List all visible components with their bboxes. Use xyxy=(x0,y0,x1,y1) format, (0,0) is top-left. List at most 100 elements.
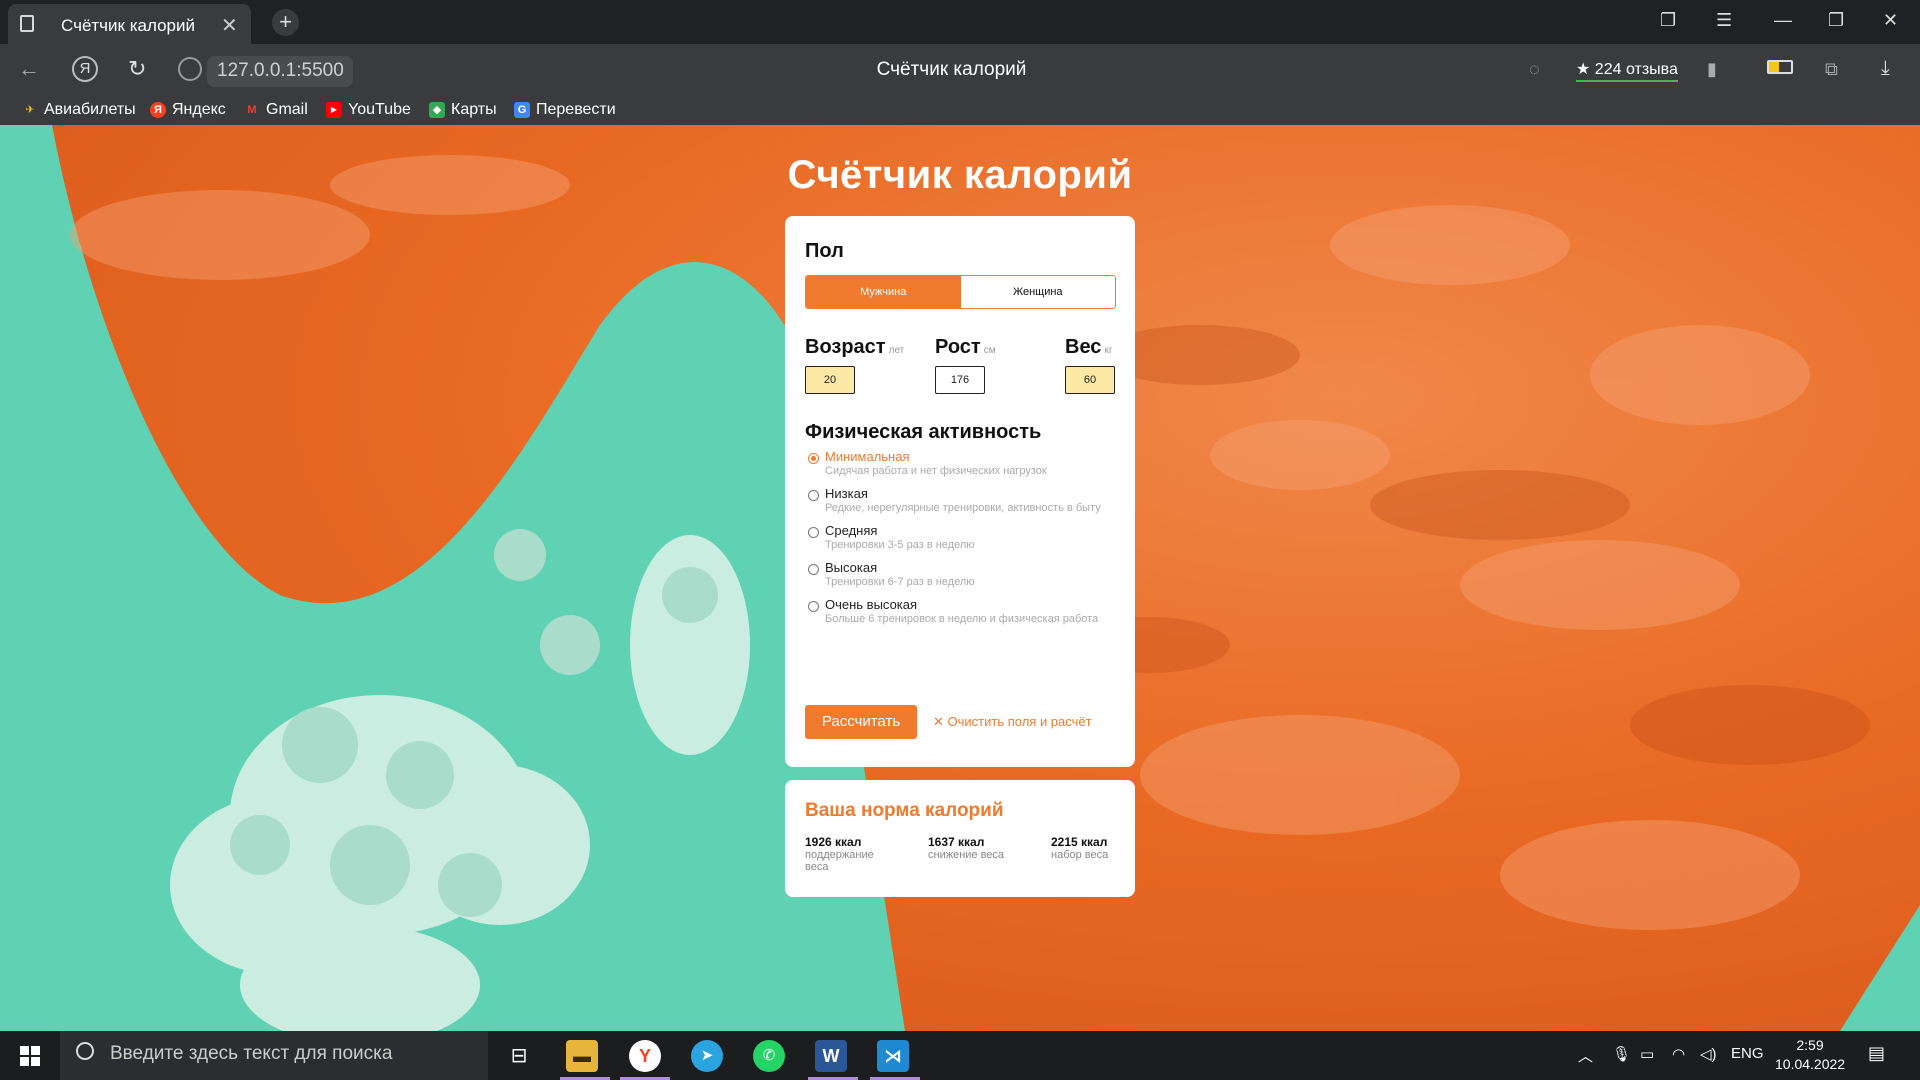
taskbar: Введите здесь текст для поиска ⊟ ▬ Y ➤ ✆… xyxy=(0,1031,1920,1080)
menu-icon[interactable]: ☰ xyxy=(1716,10,1732,31)
bookmark-gmail[interactable]: M Gmail xyxy=(244,101,308,119)
activity-name: Высокая xyxy=(825,560,878,575)
calculator-form: Пол Мужчина Женщина Возраст лет 20 Рост см… xyxy=(785,216,1135,767)
result-lose: 1637 ккал снижение веса xyxy=(928,835,1018,861)
language-indicator[interactable]: ENG xyxy=(1731,1045,1764,1062)
reviews-count: 224 отзыва xyxy=(1594,61,1678,78)
activity-heading: Физическая активность xyxy=(805,421,1042,443)
tray-expand-icon[interactable]: ︿ xyxy=(1578,1045,1593,1066)
battery-icon[interactable] xyxy=(1767,60,1793,74)
activity-options: Минимальная Сидячая работа и нет физичес… xyxy=(805,448,1115,626)
new-tab-button[interactable]: + xyxy=(272,9,299,36)
activity-desc: Тренировки 3-5 раз в неделю xyxy=(825,539,975,551)
file-explorer-icon[interactable]: ▬ xyxy=(566,1040,598,1072)
close-window-icon[interactable]: ✕ xyxy=(1883,10,1898,31)
activity-desc: Сидячая работа и нет физических нагрузок xyxy=(825,465,1047,477)
yandex-icon: Я xyxy=(150,102,166,118)
tab-active[interactable]: Счётчик калорий ✕ xyxy=(8,4,251,44)
weight-input[interactable]: 60 xyxy=(1065,366,1115,394)
age-unit: лет xyxy=(888,345,905,356)
collections-icon[interactable]: ❐ xyxy=(1660,10,1676,31)
bookmark-translate[interactable]: G Перевести xyxy=(514,101,616,119)
microphone-icon[interactable]: 🎙 xyxy=(1612,1045,1631,1063)
height-unit: см xyxy=(983,345,996,356)
age-input[interactable]: 20 xyxy=(805,366,855,394)
clock-date: 10.04.2022 xyxy=(1775,1056,1846,1072)
height-param: Рост см 176 xyxy=(935,336,996,394)
activity-name: Минимальная xyxy=(825,449,910,464)
bookmark-yandex[interactable]: Я Яндекс xyxy=(150,101,226,119)
chat-icon[interactable]: ◌ xyxy=(1529,59,1540,80)
notifications-icon[interactable]: ▤ xyxy=(1868,1043,1885,1064)
result-desc: набор веса xyxy=(1051,849,1109,861)
bookmark-label: Перевести xyxy=(536,101,616,118)
battery-icon[interactable]: ▭ xyxy=(1640,1045,1654,1063)
activity-option-medium[interactable]: Средняя Тренировки 3-5 раз в неделю xyxy=(805,522,1115,552)
result-value: 2215 ккал xyxy=(1051,835,1108,849)
taskbar-search[interactable]: Введите здесь текст для поиска xyxy=(60,1031,488,1080)
radio-button[interactable] xyxy=(808,490,819,501)
radio-button[interactable] xyxy=(808,601,819,612)
activity-option-minimal[interactable]: Минимальная Сидячая работа и нет физичес… xyxy=(805,448,1115,478)
task-view-icon[interactable]: ⊟ xyxy=(503,1040,535,1072)
result-desc: снижение веса xyxy=(928,849,1005,861)
clock-time: 2:59 xyxy=(1796,1037,1824,1053)
bookmark-label: YouTube xyxy=(348,101,411,118)
weight-unit: кг xyxy=(1104,345,1113,356)
gmail-icon: M xyxy=(247,104,257,116)
radio-selected[interactable] xyxy=(808,453,819,464)
vscode-icon[interactable]: ⋊ xyxy=(877,1040,909,1072)
clear-button[interactable]: ✕ Очистить поля и расчёт xyxy=(933,714,1092,730)
windows-start-icon[interactable] xyxy=(20,1046,40,1066)
bookmark-maps[interactable]: ◆ Карты xyxy=(429,101,497,119)
activity-desc: Тренировки 6-7 раз в неделю xyxy=(825,576,975,588)
bookmark-label: Яндекс xyxy=(172,101,226,118)
height-input[interactable]: 176 xyxy=(935,366,985,394)
tab-bar: Счётчик калорий ✕ + ❐ ☰ — ❐ ✕ xyxy=(0,0,1920,44)
gender-female-button[interactable]: Женщина xyxy=(960,276,1115,308)
activity-desc: Больше 6 тренировок в неделю и физическа… xyxy=(825,613,1099,625)
extensions-icon[interactable]: ⧉ xyxy=(1825,59,1838,80)
page-viewport: Счётчик калорий Пол Мужчина Женщина Возр… xyxy=(0,125,1920,1031)
youtube-icon: ▶ xyxy=(326,102,342,118)
activity-desc: Редкие, нерегулярные тренировки, активно… xyxy=(825,502,1101,514)
bookmark-youtube[interactable]: ▶ YouTube xyxy=(326,101,411,119)
activity-option-very-high[interactable]: Очень высокая Больше 6 тренировок в неде… xyxy=(805,596,1115,626)
whatsapp-icon[interactable]: ✆ xyxy=(753,1040,785,1072)
activity-name: Очень высокая xyxy=(825,597,918,612)
activity-option-high[interactable]: Высокая Тренировки 6-7 раз в неделю xyxy=(805,559,1115,589)
maps-icon: ◆ xyxy=(429,102,445,118)
calculate-button[interactable]: Рассчитать xyxy=(805,705,917,739)
bookmark-label: Авиабилеты xyxy=(44,101,136,118)
age-label: Возраст xyxy=(805,336,886,358)
word-icon[interactable]: W xyxy=(815,1040,847,1072)
gender-male-button[interactable]: Мужчина xyxy=(806,276,961,308)
age-param: Возраст лет 20 xyxy=(805,336,905,394)
restore-icon[interactable]: ❐ xyxy=(1828,10,1844,31)
minimize-icon[interactable]: — xyxy=(1774,10,1792,31)
gender-heading: Пол xyxy=(805,240,844,262)
weight-label: Вес xyxy=(1065,336,1102,358)
bookmark-aviabilety[interactable]: ✈ Авиабилеты xyxy=(22,101,136,119)
search-icon xyxy=(76,1042,94,1060)
result-gain: 2215 ккал набор веса xyxy=(1051,835,1141,861)
radio-button[interactable] xyxy=(808,564,819,575)
activity-option-low[interactable]: Низкая Редкие, нерегулярные тренировки, … xyxy=(805,485,1115,515)
telegram-icon[interactable]: ➤ xyxy=(691,1040,723,1072)
result-value: 1637 ккал xyxy=(928,835,985,849)
wifi-icon[interactable]: ◠ xyxy=(1672,1045,1685,1063)
result-card: Ваша норма калорий 1926 ккал поддержание… xyxy=(785,780,1135,897)
result-value: 1926 ккал xyxy=(805,835,862,849)
bookmark-icon[interactable]: ▮ xyxy=(1707,59,1717,80)
activity-name: Средняя xyxy=(825,523,878,538)
reviews-badge[interactable]: ★ 224 отзыва xyxy=(1576,59,1678,82)
download-icon[interactable]: ⤓ xyxy=(1881,57,1890,80)
volume-icon[interactable]: ◁) xyxy=(1700,1045,1717,1063)
close-tab-icon[interactable]: ✕ xyxy=(221,13,238,38)
clock[interactable]: 2:59 10.04.2022 xyxy=(1775,1036,1845,1074)
result-title: Ваша норма калорий xyxy=(805,800,1004,821)
address-bar: ← Я ↻ 127.0.0.1:5500 Счётчик калорий ◌ ★… xyxy=(0,44,1920,97)
bookmark-label: Gmail xyxy=(266,101,308,118)
radio-button[interactable] xyxy=(808,527,819,538)
yandex-browser-icon[interactable]: Y xyxy=(629,1040,661,1072)
